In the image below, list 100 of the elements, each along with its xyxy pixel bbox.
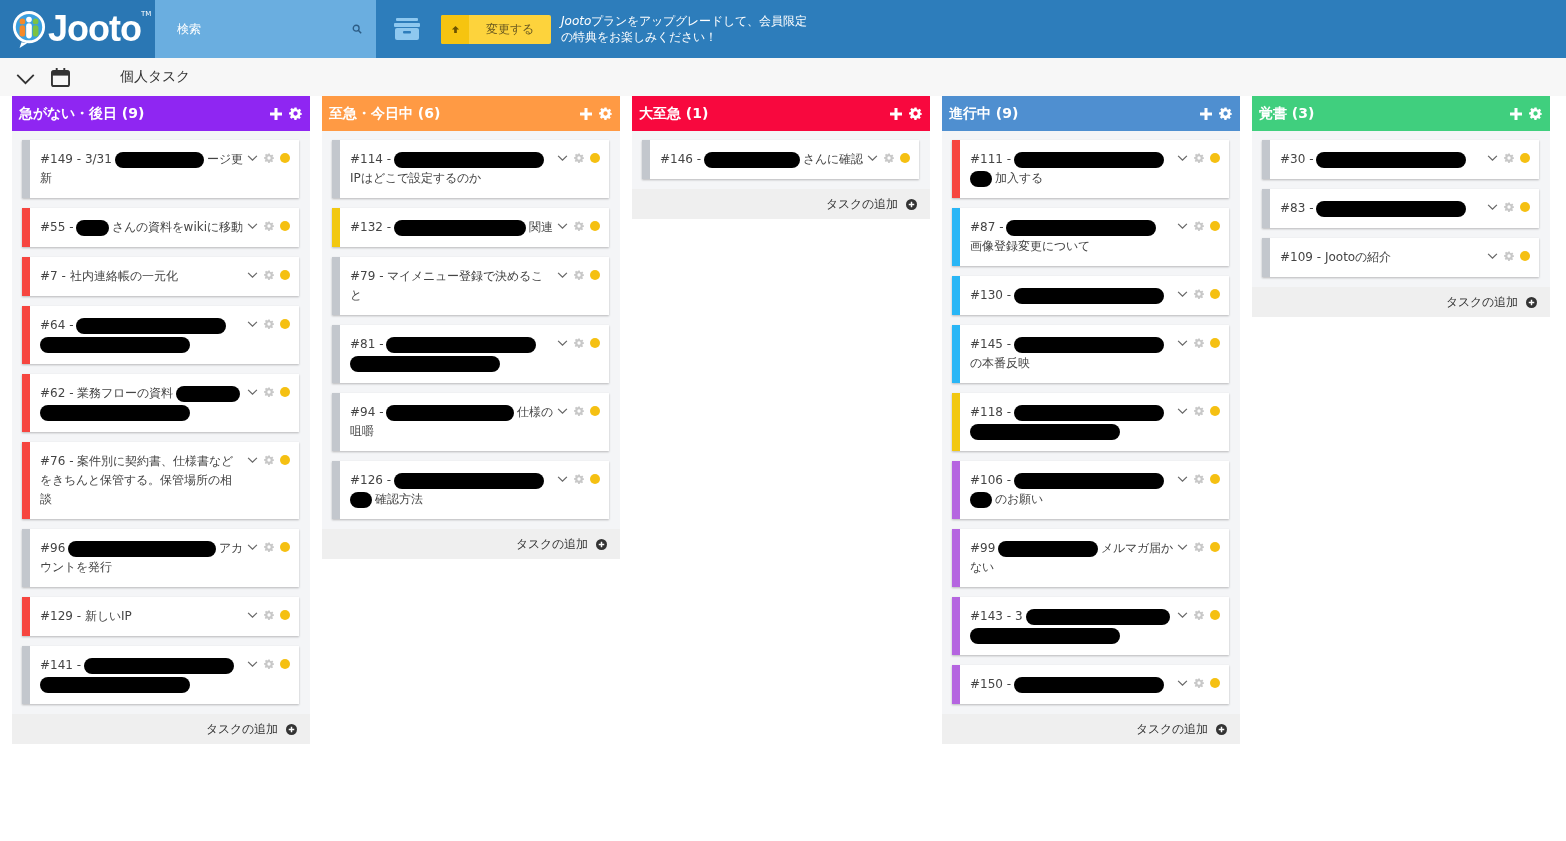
status-dot — [1210, 338, 1220, 348]
status-dot — [1210, 221, 1220, 231]
status-dot — [280, 610, 290, 620]
task-title-text: #118 - — [970, 404, 1012, 421]
task-title-text: #150 - — [970, 676, 1012, 693]
task-title-text: さんに確認 — [803, 151, 863, 168]
add-icon[interactable] — [890, 107, 902, 120]
status-dot — [900, 153, 910, 163]
task-title-text: ない — [970, 559, 994, 576]
task-title-text: 加入する — [995, 170, 1043, 187]
task-title-text: メルマガ届か — [1101, 540, 1173, 557]
task-title-text: 仕様の — [517, 404, 553, 421]
task-title-text: 確認方法 — [375, 491, 423, 508]
task-title-text: のお願い — [995, 491, 1043, 508]
archive-icon[interactable] — [393, 17, 421, 41]
task-title-text: #96 — [40, 540, 66, 557]
status-dot — [280, 221, 290, 231]
status-dot — [590, 221, 600, 231]
board-title: 個人タスク — [120, 68, 190, 86]
task-title-text: #111 - — [970, 151, 1012, 168]
task-title-text: #106 - — [970, 472, 1012, 489]
settings-icon[interactable] — [1219, 107, 1232, 120]
column-title: 大至急 (1) — [639, 104, 710, 123]
status-dot — [280, 153, 290, 163]
status-dot — [280, 387, 290, 397]
search-icon — [352, 24, 362, 34]
task-title-text: #7 - 社内連絡帳の一元化 — [40, 268, 178, 285]
status-dot — [1520, 251, 1530, 261]
add-task-button[interactable]: タスクの追加 — [12, 714, 310, 744]
task-title-text: ージ更 — [207, 151, 243, 168]
task-title-text: アカ — [219, 540, 243, 557]
add-task-button[interactable]: タスクの追加 — [1252, 287, 1550, 317]
logo-wordmark: Jooto — [48, 8, 141, 50]
task-title-text: #114 - — [350, 151, 392, 168]
redaction-scribble — [970, 170, 992, 187]
redaction-scribble — [350, 491, 372, 508]
task-title-text: #145 - — [970, 336, 1012, 353]
status-dot — [1210, 610, 1220, 620]
status-dot — [1210, 474, 1220, 484]
task-title-text: ウントを発行 — [40, 559, 112, 576]
chevron-down-icon[interactable] — [16, 73, 35, 85]
task-title-text: #149 - 3/31 — [40, 151, 112, 168]
plus-circle-icon — [906, 198, 917, 210]
task-title-text: 画像登録変更について — [970, 238, 1090, 255]
status-dot — [280, 659, 290, 669]
status-dot — [280, 319, 290, 329]
redaction-scribble — [76, 219, 109, 236]
redaction-scribble — [176, 385, 240, 402]
task-title-text: #30 - — [1280, 151, 1314, 168]
task-title-text: さんの資料をwikiに移動 — [111, 219, 243, 236]
task-title-text: をきちんと保管する。保管場所の相 — [40, 472, 232, 489]
task-title-text: 関連 — [529, 219, 553, 236]
upgrade-promo-text: Jootoプランをアップグレードして、会員限定 の特典をお楽しみください！ — [561, 13, 808, 45]
add-icon[interactable] — [1200, 107, 1212, 120]
status-dot — [590, 474, 600, 484]
status-dot — [1520, 153, 1530, 163]
task-title-text: #55 - — [40, 219, 74, 236]
status-dot — [590, 153, 600, 163]
settings-icon[interactable] — [909, 107, 922, 120]
task-title-text: #146 - — [660, 151, 702, 168]
status-dot — [280, 455, 290, 465]
add-task-button[interactable]: タスクの追加 — [322, 529, 620, 559]
plus-circle-icon — [596, 538, 607, 550]
task-title-text: #83 - — [1280, 200, 1314, 217]
column-title: 急がない・後日 (9) — [19, 104, 146, 123]
task-title-text: 新 — [40, 170, 52, 187]
task-title-text: #79 - マイメニュー登録で決めるこ — [350, 268, 544, 285]
column-title: 至急・今日中 (6) — [329, 104, 442, 123]
status-dot — [1210, 289, 1220, 299]
status-dot — [590, 338, 600, 348]
status-dot — [1210, 542, 1220, 552]
add-task-button[interactable]: タスクの追加 — [942, 714, 1240, 744]
task-title-text: #129 - 新しいIP — [40, 608, 132, 625]
status-dot — [280, 542, 290, 552]
settings-icon[interactable] — [289, 107, 302, 120]
task-title-text: #109 - Jootoの紹介 — [1280, 249, 1392, 266]
task-title-text: #62 - 業務フローの資料 — [40, 385, 174, 402]
task-title-text: #94 - — [350, 404, 384, 421]
status-dot — [590, 406, 600, 416]
task-title-text: #130 - — [970, 287, 1012, 304]
task-title-text: #141 - — [40, 657, 82, 674]
column-title: 進行中 (9) — [949, 104, 1020, 123]
task-title-text: 咀嚼 — [350, 423, 374, 440]
upgrade-button[interactable]: 変更する — [441, 14, 551, 44]
logo-icon — [12, 10, 46, 48]
task-title-text: #99 — [970, 540, 996, 557]
add-task-button[interactable]: タスクの追加 — [632, 189, 930, 219]
task-title-text: IPはどこで設定するのか — [350, 170, 481, 187]
status-dot — [1210, 678, 1220, 688]
task-title-text: #81 - — [350, 336, 384, 353]
task-title-text: #132 - — [350, 219, 392, 236]
status-dot — [1520, 202, 1530, 212]
redaction-scribble — [970, 491, 992, 508]
status-dot — [280, 270, 290, 280]
calendar-icon[interactable] — [51, 67, 70, 87]
status-dot — [1210, 406, 1220, 416]
add-icon[interactable] — [270, 107, 282, 120]
status-dot — [590, 270, 600, 280]
task-title-text: 談 — [40, 491, 52, 508]
plus-circle-icon — [1526, 296, 1537, 308]
